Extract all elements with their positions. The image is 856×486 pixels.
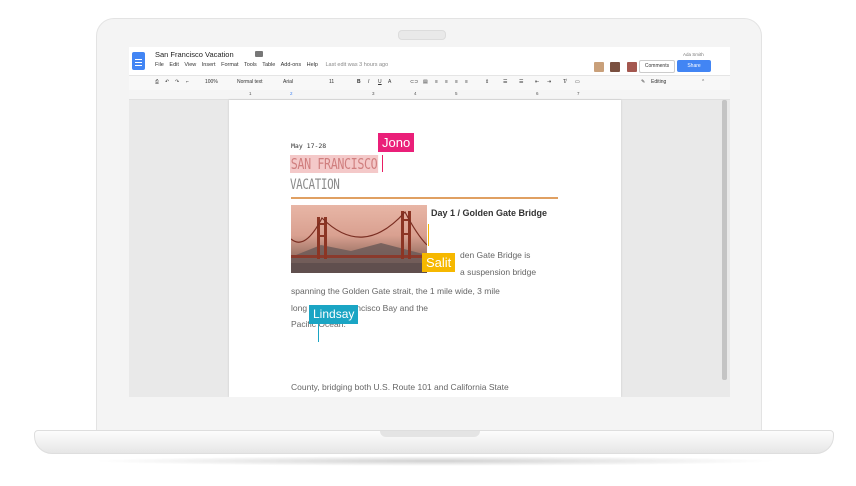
lindsay-caret	[318, 322, 319, 342]
doc-title[interactable]: San Francisco Vacation	[155, 50, 234, 59]
ruler-mark: 3	[372, 91, 375, 96]
collaborator-cursor-salit: Salit	[422, 253, 456, 272]
share-button[interactable]: Share	[677, 60, 711, 72]
align-left-icon[interactable]: ≡	[435, 79, 438, 85]
increase-indent-icon[interactable]: ⇥	[547, 79, 551, 85]
bold-icon[interactable]: B	[357, 79, 361, 85]
menu-insert[interactable]: Insert	[202, 62, 216, 68]
menu-format[interactable]: Format	[221, 62, 238, 68]
day-heading: Day 1 / Golden Gate Bridge	[431, 208, 548, 218]
heading-divider	[291, 197, 558, 199]
line-spacing-icon[interactable]: ⇕	[485, 79, 489, 85]
doc-heading-line1: SAN FRANCISCO	[290, 155, 379, 173]
ruler-mark: 2	[290, 91, 293, 96]
menu-file[interactable]: File	[155, 62, 164, 68]
paragraph-line: spanning the Golden Gate strait, the 1 m…	[291, 286, 500, 296]
menu-table[interactable]: Table	[262, 62, 275, 68]
menu-help[interactable]: Help	[307, 62, 318, 68]
keyboard-icon[interactable]: ▭	[575, 79, 580, 85]
salit-caret	[428, 224, 429, 246]
ruler-mark: 7	[577, 91, 580, 96]
style-select[interactable]: Normal text	[237, 79, 263, 85]
font-size-select[interactable]: 11	[329, 79, 334, 85]
laptop-camera	[398, 30, 446, 40]
menu-addons[interactable]: Add-ons	[281, 62, 302, 68]
align-right-icon[interactable]: ≡	[455, 79, 458, 85]
print-icon[interactable]: ⎙	[155, 79, 159, 85]
align-center-icon[interactable]: ≡	[445, 79, 448, 85]
golden-gate-bridge-illustration	[291, 210, 427, 273]
paragraph-line: a suspension bridge	[460, 267, 537, 277]
collaborator-cursor-jono: Jono	[378, 133, 415, 152]
decrease-indent-icon[interactable]: ⇤	[535, 79, 539, 85]
menu-bar: File Edit View Insert Format Tools Table…	[155, 62, 392, 68]
menu-edit[interactable]: Edit	[169, 62, 178, 68]
document-page[interactable]: May 17-28 SAN FRANCISCO VACATION Day 1 /…	[229, 100, 621, 397]
zoom-select[interactable]: 100%	[205, 79, 218, 85]
ruler-mark: 5	[455, 91, 458, 96]
docs-logo-icon[interactable]	[132, 52, 145, 70]
avatar[interactable]	[626, 62, 637, 72]
link-icon[interactable]: ⊂⊃	[410, 79, 418, 85]
last-edit-status[interactable]: Last edit was 3 hours ago	[325, 62, 388, 68]
comments-button[interactable]: Comments	[639, 60, 675, 73]
jono-caret	[382, 155, 383, 172]
doc-heading-line2: VACATION	[290, 177, 340, 193]
align-justify-icon[interactable]: ≡	[465, 79, 468, 85]
trip-dates: May 17-28	[291, 142, 327, 150]
undo-icon[interactable]: ↶	[165, 79, 169, 85]
golden-gate-photo[interactable]	[291, 205, 427, 273]
font-select[interactable]: Arial	[283, 79, 293, 85]
menu-tools[interactable]: Tools	[244, 62, 257, 68]
docs-header: San Francisco Vacation File Edit View In…	[129, 47, 730, 75]
paragraph-line: County, bridging both U.S. Route 101 and…	[291, 382, 509, 392]
laptop-base-notch	[380, 431, 480, 437]
folder-icon[interactable]	[255, 51, 263, 57]
menu-view[interactable]: View	[184, 62, 196, 68]
vertical-scrollbar[interactable]	[722, 100, 727, 380]
mode-select[interactable]: Editing	[651, 79, 666, 85]
avatar[interactable]	[594, 62, 604, 72]
clear-formatting-icon[interactable]: T̸	[563, 79, 566, 85]
ruler[interactable]: 1 2 3 4 5 6 7	[129, 90, 730, 100]
comment-icon[interactable]: ▤	[423, 79, 428, 85]
text-color-icon[interactable]: A	[388, 79, 391, 85]
pencil-icon[interactable]: ✎	[641, 79, 645, 85]
ruler-mark: 4	[414, 91, 417, 96]
underline-icon[interactable]: U	[378, 79, 382, 85]
collaborator-cursor-lindsay: Lindsay	[309, 305, 359, 324]
laptop-screen: San Francisco Vacation File Edit View In…	[129, 47, 730, 397]
paragraph-line: den Gate Bridge is	[460, 250, 531, 260]
ruler-mark: 6	[536, 91, 539, 96]
avatar[interactable]	[610, 62, 621, 72]
account-name[interactable]: Ada Smith	[683, 52, 704, 57]
redo-icon[interactable]: ↷	[175, 79, 179, 85]
formatting-toolbar: ⎙ ↶ ↷ ⌐ 100% Normal text Arial 11 B I U …	[129, 75, 730, 91]
collapse-icon[interactable]: ⌃	[701, 79, 705, 85]
ruler-mark: 1	[249, 91, 252, 96]
laptop-shadow	[90, 456, 780, 466]
bulleted-list-icon[interactable]: ☰	[519, 79, 523, 85]
numbered-list-icon[interactable]: ☰	[503, 79, 507, 85]
paint-format-icon[interactable]: ⌐	[186, 79, 189, 85]
italic-icon[interactable]: I	[368, 79, 369, 85]
